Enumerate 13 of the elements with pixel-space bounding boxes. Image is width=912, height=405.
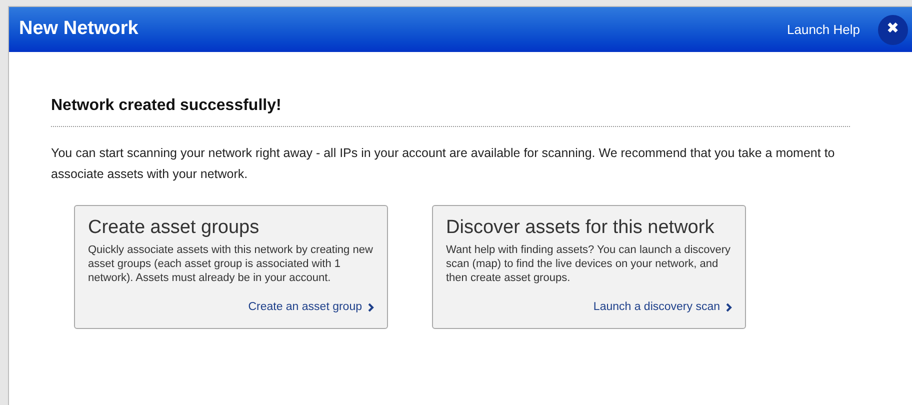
card-title: Discover assets for this network: [446, 216, 716, 240]
window-title: New Network: [19, 17, 140, 42]
card-title: Create asset groups: [88, 216, 260, 240]
help-link[interactable]: Launch Help: [787, 20, 860, 40]
chevron-icon: [726, 302, 732, 312]
card-text: Want help with finding assets? You can launch a discovery scan (map) to find the live devices on your network, and then create asset groups.: [446, 243, 732, 285]
card-link[interactable]: Launch a discovery scan: [593, 298, 732, 316]
intro-text: You can start scanning your network right away - all IPs in your account are available for scanning. We recommend that you take a moment to associate assets with your network.: [51, 145, 836, 183]
success-heading: Network created successfully!: [51, 96, 282, 116]
chevron-icon: [368, 302, 374, 312]
close-button[interactable]: ✖: [878, 14, 908, 44]
card-text: Quickly associate assets with this network by creating new asset groups (each asset group is associated with 1 network). Assets must already be in your account.: [88, 243, 374, 285]
card-link[interactable]: Create an asset group: [248, 298, 374, 316]
